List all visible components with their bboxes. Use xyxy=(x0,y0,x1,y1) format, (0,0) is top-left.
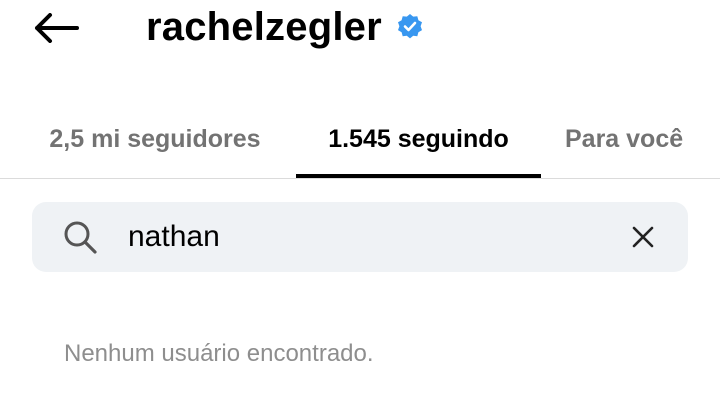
follow-tabs: 2,5 mi seguidores 1.545 seguindo Para vo… xyxy=(0,100,720,178)
profile-title: rachelzegler xyxy=(146,2,424,52)
search-input[interactable] xyxy=(128,214,608,260)
search-icon xyxy=(64,221,97,254)
close-icon xyxy=(632,226,654,248)
arrow-left-icon xyxy=(35,13,79,43)
username: rachelzegler xyxy=(146,5,382,49)
tabs-divider xyxy=(0,178,720,179)
verified-badge-icon xyxy=(396,13,424,41)
tab-followers[interactable]: 2,5 mi seguidores xyxy=(20,100,290,178)
search-bar[interactable] xyxy=(32,202,688,272)
header: rachelzegler xyxy=(0,0,720,60)
back-button[interactable] xyxy=(30,6,82,50)
tab-for-you[interactable]: Para você xyxy=(556,100,720,178)
clear-search-button[interactable] xyxy=(624,218,662,256)
empty-results-message: Nenhum usuário encontrado. xyxy=(64,340,374,367)
tab-following[interactable]: 1.545 seguindo xyxy=(296,100,541,178)
